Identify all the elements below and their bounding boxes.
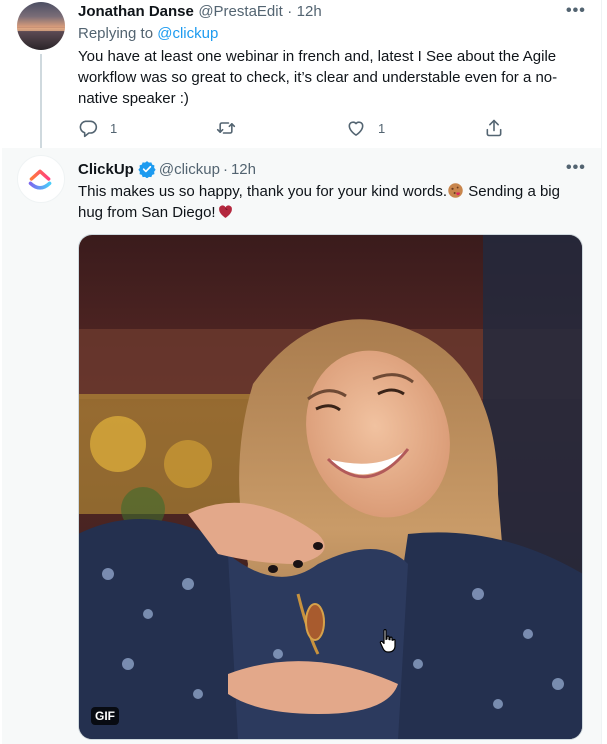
cookie-kiss-emoji-icon bbox=[448, 183, 463, 198]
avatar[interactable] bbox=[17, 2, 65, 50]
like-button[interactable]: 1 bbox=[346, 116, 385, 140]
reply-button[interactable]: 1 bbox=[78, 116, 117, 140]
thread-connector bbox=[40, 54, 42, 150]
like-count: 1 bbox=[378, 120, 386, 136]
tweet-header: Jonathan Danse @PrestaEdit · 12h bbox=[78, 3, 322, 21]
more-icon[interactable]: ••• bbox=[566, 2, 586, 20]
tweet-header: ClickUp @clickup · 12h bbox=[78, 160, 256, 178]
author-name[interactable]: Jonathan Danse bbox=[78, 3, 194, 20]
reply-count: 1 bbox=[110, 120, 118, 136]
share-icon bbox=[486, 119, 502, 137]
replying-to: Replying to @clickup bbox=[78, 25, 218, 42]
hand-cursor-icon bbox=[379, 629, 396, 653]
separator-dot: · bbox=[222, 160, 228, 178]
gif-image bbox=[79, 235, 582, 739]
tweet-text: This makes us so happy, thank you for yo… bbox=[78, 181, 583, 223]
column-border bbox=[601, 0, 602, 744]
author-handle[interactable]: @clickup bbox=[159, 161, 220, 178]
timestamp[interactable]: 12h bbox=[231, 161, 256, 178]
share-button[interactable] bbox=[484, 116, 504, 140]
timestamp[interactable]: 12h bbox=[297, 3, 322, 20]
gif-media[interactable]: GIF bbox=[78, 234, 583, 740]
author-handle[interactable]: @PrestaEdit bbox=[198, 3, 282, 20]
author-name[interactable]: ClickUp bbox=[78, 161, 134, 178]
gif-badge: GIF bbox=[91, 707, 119, 725]
like-icon bbox=[348, 121, 364, 136]
more-icon[interactable]: ••• bbox=[566, 159, 586, 177]
verified-icon bbox=[138, 161, 156, 178]
heart-emoji-icon bbox=[218, 205, 232, 218]
tweet-text: You have at least one webinar in french … bbox=[78, 48, 558, 107]
timeline: Jonathan Danse @PrestaEdit · 12h ••• Rep… bbox=[0, 0, 607, 744]
replying-to-link[interactable]: @clickup bbox=[157, 25, 218, 42]
separator-dot: · bbox=[287, 3, 293, 20]
retweet-button[interactable] bbox=[216, 116, 248, 140]
reply-icon bbox=[79, 120, 98, 138]
tweet-text-part1: This makes us so happy, thank you for yo… bbox=[78, 183, 448, 200]
retweet-icon bbox=[216, 122, 236, 134]
clickup-logo bbox=[28, 169, 52, 190]
tweet-actions: 1 1 bbox=[78, 116, 508, 140]
avatar[interactable] bbox=[17, 155, 65, 203]
replying-prefix: Replying to bbox=[78, 25, 154, 42]
